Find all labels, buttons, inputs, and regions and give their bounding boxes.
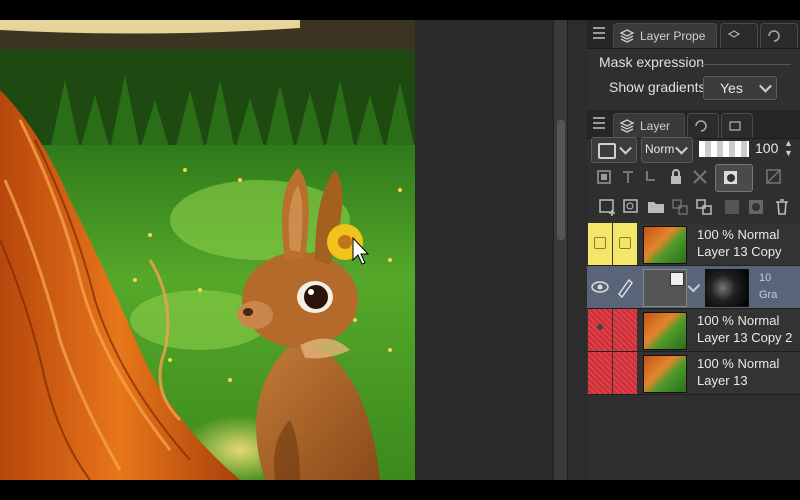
create-mask-icon[interactable]: [745, 196, 767, 218]
edit-target-icon: [619, 237, 631, 249]
show-gradients-label: Show gradients: [609, 79, 706, 95]
apply-mask-icon[interactable]: [721, 196, 743, 218]
chevron-down-icon: [759, 79, 772, 93]
tab-history[interactable]: [687, 113, 719, 138]
drawing-canvas[interactable]: [0, 20, 415, 480]
layer-thumbnail-fill: [643, 269, 687, 307]
layer-property-icon: [619, 29, 635, 43]
visibility-toggle[interactable]: [588, 352, 612, 394]
hidden-eye-icon: [594, 237, 606, 249]
canvas-vertical-scrollbar[interactable]: [553, 20, 568, 480]
opacity-slider[interactable]: [699, 141, 749, 157]
right-panel: Layer Prope Mask expression Show gradien…: [587, 20, 800, 480]
lock-transparency-icon[interactable]: [689, 166, 711, 188]
chevron-down-icon: [619, 141, 632, 155]
folder-icon[interactable]: [645, 196, 667, 218]
square-icon: [598, 143, 616, 159]
chevron-down-icon: [675, 141, 688, 155]
visibility-toggle[interactable]: [588, 266, 612, 308]
tab-layer-property[interactable]: Layer Prope: [613, 23, 717, 48]
mask-expression-label: Mask expression: [599, 54, 705, 70]
blend-mode-value: Norm: [645, 142, 675, 156]
layer-type-icon: [670, 272, 684, 286]
mask-thumbnail: [705, 269, 749, 307]
history-icon: [695, 120, 707, 132]
show-gradients-value: Yes: [720, 80, 743, 96]
trash-icon[interactable]: [771, 196, 793, 218]
clip-icon[interactable]: [641, 166, 663, 188]
tab-layer-property-label: Layer Prope: [640, 29, 706, 43]
edit-target-toggle[interactable]: [613, 352, 637, 394]
tab-navigator[interactable]: [721, 113, 753, 138]
ruler-icon[interactable]: [617, 166, 639, 188]
layer-property-tabbar: Layer Prope: [587, 20, 800, 49]
panel-divider[interactable]: [567, 20, 588, 480]
layer-blend-mode: 100 % Normal: [697, 313, 780, 328]
layer-blend-mode: 100 % Normal: [697, 356, 780, 371]
reference-layer-toggle[interactable]: [715, 164, 753, 192]
layers-icon: [619, 119, 635, 133]
layer-thumbnail: [643, 312, 687, 350]
layer-name: Layer 13: [697, 373, 748, 388]
merge-icon[interactable]: [693, 196, 715, 218]
section-divider: [699, 64, 791, 65]
workspace-background: [415, 20, 555, 480]
tab-secondary-1[interactable]: [720, 23, 758, 48]
menu-icon[interactable]: [593, 117, 605, 132]
layer-row-layer-13-copy[interactable]: 100 % Normal Layer 13 Copy: [587, 223, 800, 266]
show-gradients-select[interactable]: Yes: [703, 76, 777, 100]
edit-target-toggle[interactable]: [613, 223, 637, 265]
layer-row-gradient[interactable]: 10 Gra: [587, 266, 800, 309]
layer-stack-icon: [727, 30, 741, 38]
tab-layer-label: Layer: [640, 119, 671, 133]
edit-target-toggle[interactable]: [613, 309, 637, 351]
blend-mode-select[interactable]: Norm: [641, 137, 693, 163]
mask-icon[interactable]: [593, 166, 615, 188]
layer-name: Gra: [759, 289, 778, 301]
layer-list-empty-area: [587, 398, 800, 480]
transfer-icon[interactable]: [669, 196, 691, 218]
visibility-toggle[interactable]: [588, 309, 612, 351]
tab-secondary-2[interactable]: [760, 23, 798, 48]
layer-row-layer-13-copy-2[interactable]: 100 % Normal Layer 13 Copy 2: [587, 309, 800, 352]
layer-tabbar: Layer: [587, 110, 800, 139]
layer-name: Layer 13 Copy: [697, 244, 782, 259]
menu-icon[interactable]: [593, 27, 605, 42]
palette-color-icon[interactable]: [763, 166, 785, 188]
scrollbar-thumb[interactable]: [557, 120, 565, 240]
layer-name: Layer 13 Copy 2: [697, 330, 793, 345]
opacity-stepper[interactable]: ▲ ▼: [784, 138, 794, 160]
visibility-toggle[interactable]: [588, 223, 612, 265]
mask-link-check-icon: [687, 279, 701, 293]
new-raster-layer-icon[interactable]: [597, 196, 619, 218]
layer-color-select[interactable]: [591, 137, 637, 163]
navigator-icon: [729, 121, 741, 131]
layer-blend-mode: 10: [759, 272, 772, 284]
eye-icon: [597, 324, 603, 330]
eye-icon: [591, 281, 609, 293]
edit-target-toggle[interactable]: [613, 266, 637, 308]
pen-icon: [618, 278, 633, 299]
layer-blend-mode: 100 % Normal: [697, 227, 780, 242]
layer-list: 100 % Normal Layer 13 Copy 10 Gra 100 % …: [587, 223, 800, 398]
layer-thumbnail: [643, 226, 687, 264]
layer-row-layer-13[interactable]: 100 % Normal Layer 13: [587, 352, 800, 395]
layer-thumbnail: [643, 355, 687, 393]
lock-icon[interactable]: [665, 166, 687, 188]
refresh-icon: [768, 30, 780, 42]
new-vector-layer-icon[interactable]: [621, 196, 643, 218]
opacity-value[interactable]: 100: [755, 140, 778, 156]
tab-layer[interactable]: Layer: [613, 113, 685, 138]
canvas-artwork: [0, 20, 415, 480]
